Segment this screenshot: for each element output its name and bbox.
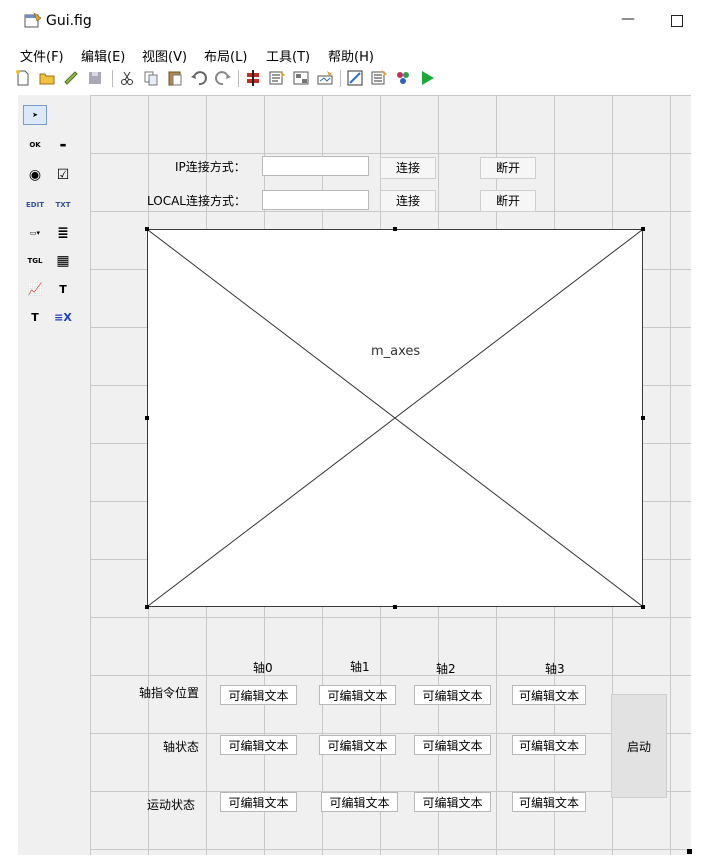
toolbar-separator <box>340 70 341 87</box>
axis2-status-field[interactable]: 可编辑文本 <box>414 735 491 755</box>
button-group-icon[interactable]: T <box>23 307 47 327</box>
toggle-button-icon[interactable]: TGL <box>23 251 47 271</box>
axes-icon[interactable]: 📈 <box>23 279 47 299</box>
axis2-command-position-field[interactable]: 可编辑文本 <box>414 685 491 705</box>
local-connect-button[interactable]: 连接 <box>380 190 436 212</box>
resize-handle[interactable] <box>641 416 645 420</box>
toolbar-editor-icon[interactable] <box>316 69 334 87</box>
menu-view[interactable]: 视图(V) <box>142 46 187 65</box>
slider-icon[interactable]: ▬ <box>51 135 75 155</box>
resize-handle[interactable] <box>145 227 149 231</box>
redo-icon[interactable] <box>214 69 232 87</box>
menu-editor-icon[interactable] <box>268 69 286 87</box>
popup-menu-icon[interactable]: ▭▾ <box>23 223 47 243</box>
menu-file[interactable]: 文件(F) <box>20 46 64 65</box>
component-palette: ➤ OK ▬ ◉ ☑ EDIT TXT ▭▾ ≣ TGL ▦ 📈 T T ≡X <box>18 95 91 855</box>
resize-handle[interactable] <box>393 227 397 231</box>
select-arrow-icon[interactable]: ➤ <box>23 105 47 125</box>
command-position-label[interactable]: 轴指令位置 <box>139 684 199 701</box>
pushbutton-icon[interactable]: OK <box>23 135 47 155</box>
axes-placeholder[interactable]: m_axes <box>147 229 643 607</box>
object-browser-icon[interactable] <box>394 69 412 87</box>
static-text-icon[interactable]: TXT <box>51 195 75 215</box>
axis0-status-field[interactable]: 可编辑文本 <box>220 735 297 755</box>
axis3-header[interactable]: 轴3 <box>545 660 565 677</box>
axis1-header[interactable]: 轴1 <box>350 658 370 675</box>
figure-app-icon <box>24 12 42 28</box>
local-connection-label[interactable]: LOCAL连接方式： <box>147 192 246 209</box>
axis-status-label[interactable]: 轴状态 <box>163 738 199 755</box>
ip-disconnect-button[interactable]: 断开 <box>480 157 536 179</box>
ip-address-field[interactable] <box>262 156 369 176</box>
listbox-icon[interactable]: ≣ <box>51 223 75 243</box>
undo-icon[interactable] <box>190 69 208 87</box>
new-file-icon[interactable] <box>14 69 32 87</box>
window-title: Gui.fig <box>46 13 92 29</box>
run-icon[interactable] <box>418 69 436 87</box>
local-address-field[interactable] <box>262 190 369 210</box>
axis0-header[interactable]: 轴0 <box>253 659 273 676</box>
axis2-header[interactable]: 轴2 <box>436 660 456 677</box>
align-icon[interactable] <box>244 69 262 87</box>
axis1-status-field[interactable]: 可编辑文本 <box>319 735 396 755</box>
ip-connection-label[interactable]: IP连接方式： <box>175 158 246 175</box>
axis3-status-field[interactable]: 可编辑文本 <box>512 735 586 755</box>
axes-cross-lines <box>148 230 642 606</box>
local-disconnect-button[interactable]: 断开 <box>480 190 536 212</box>
paste-icon[interactable] <box>166 69 184 87</box>
start-button[interactable]: 启动 <box>611 694 667 798</box>
resize-handle[interactable] <box>641 227 645 231</box>
resize-handle[interactable] <box>145 416 149 420</box>
ip-connect-button[interactable]: 连接 <box>380 157 436 179</box>
activex-icon[interactable]: ≡X <box>51 307 75 327</box>
save-disk-icon[interactable] <box>62 69 80 87</box>
menu-layout[interactable]: 布局(L) <box>204 46 247 65</box>
table-icon[interactable]: ▦ <box>51 251 75 271</box>
canvas-resize-handle[interactable] <box>687 849 692 854</box>
edit-text-icon[interactable]: EDIT <box>23 195 47 215</box>
resize-handle[interactable] <box>641 605 645 609</box>
axis0-motion-status-field[interactable]: 可编辑文本 <box>220 792 297 812</box>
axis0-command-position-field[interactable]: 可编辑文本 <box>220 685 297 705</box>
menu-bar: 文件(F) 编辑(E) 视图(V) 布局(L) 工具(T) 帮助(H) <box>0 42 706 65</box>
tab-order-icon[interactable] <box>292 69 310 87</box>
axis3-command-position-field[interactable]: 可编辑文本 <box>512 685 586 705</box>
maximize-button[interactable] <box>671 15 683 27</box>
toolbar <box>0 66 706 92</box>
axis1-motion-status-field[interactable]: 可编辑文本 <box>321 792 398 812</box>
copy-icon[interactable] <box>142 69 160 87</box>
checkbox-icon[interactable]: ☑ <box>51 165 75 185</box>
toolbar-separator <box>238 70 239 87</box>
editor-icon[interactable] <box>346 69 364 87</box>
open-folder-icon[interactable] <box>38 69 56 87</box>
resize-handle[interactable] <box>393 605 397 609</box>
motion-status-label[interactable]: 运动状态 <box>147 796 195 813</box>
property-inspector-icon[interactable] <box>370 69 388 87</box>
cut-icon[interactable] <box>118 69 136 87</box>
title-bar: Gui.fig — <box>0 0 706 40</box>
axis3-motion-status-field[interactable]: 可编辑文本 <box>512 792 586 812</box>
save-disabled-icon[interactable] <box>86 69 104 87</box>
axis2-motion-status-field[interactable]: 可编辑文本 <box>414 792 491 812</box>
panel-icon[interactable]: T <box>51 279 75 299</box>
menu-help[interactable]: 帮助(H) <box>328 46 374 65</box>
menu-tools[interactable]: 工具(T) <box>266 46 310 65</box>
resize-handle[interactable] <box>145 605 149 609</box>
toolbar-separator <box>112 70 113 87</box>
radiobutton-icon[interactable]: ◉ <box>23 165 47 185</box>
axes-tag-label: m_axes <box>371 344 421 359</box>
menu-edit[interactable]: 编辑(E) <box>81 46 125 65</box>
minimize-button[interactable]: — <box>620 12 636 26</box>
axis1-command-position-field[interactable]: 可编辑文本 <box>319 685 396 705</box>
